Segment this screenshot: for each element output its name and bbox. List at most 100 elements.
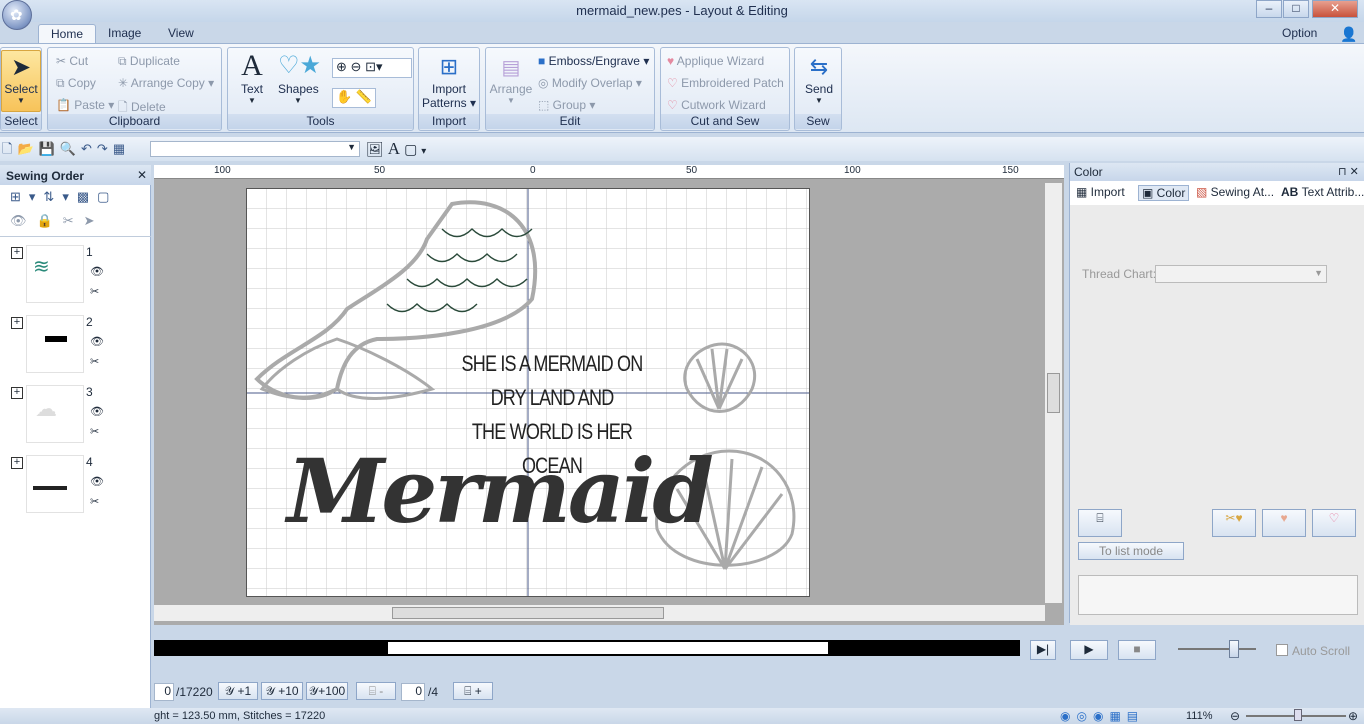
expand-icon[interactable]: + — [11, 457, 23, 469]
eye-icon[interactable]: 👁 — [90, 405, 104, 418]
expand-icon[interactable]: + — [11, 247, 23, 259]
font-combo[interactable]: ▼ — [150, 141, 360, 157]
eye-icon[interactable]: 👁 — [90, 335, 104, 348]
zoom-icon[interactable]: 🔍 — [60, 141, 81, 156]
new-file-icon[interactable]: 🗋 — [2, 141, 17, 156]
auto-scroll-checkbox[interactable] — [1276, 644, 1288, 656]
pan-hand-icon[interactable]: ✋ — [336, 89, 352, 104]
color-merge-icon[interactable]: ▩ — [77, 189, 97, 204]
stitch-view-icon[interactable]: ◎ — [1076, 709, 1092, 723]
grid-view-icon[interactable]: ▦ — [1109, 709, 1126, 723]
tab-home[interactable]: Home — [38, 24, 97, 44]
stitch-count-field[interactable]: 0 — [154, 683, 174, 701]
zoom-in-button[interactable]: ⊕ — [1348, 709, 1358, 723]
zoom-fit-icon[interactable]: ⊡▾ — [365, 59, 382, 74]
help-user-icon[interactable]: 👤 — [1340, 26, 1357, 43]
tab-sewing-attributes[interactable]: ▧ Sewing At... — [1196, 185, 1274, 199]
pointer-icon[interactable]: ➤ — [84, 213, 105, 228]
undo-icon[interactable]: ↶ — [81, 141, 97, 156]
frame-toggle-icon[interactable]: ▢ — [404, 141, 421, 157]
speed-slider-track[interactable] — [1178, 648, 1256, 650]
outline-view-icon[interactable]: ◉ — [1093, 709, 1109, 723]
realistic-view-icon[interactable]: ◉ — [1060, 709, 1076, 723]
minimize-button[interactable]: – — [1256, 0, 1282, 18]
tab-text-attributes[interactable]: AB Text Attrib... — [1281, 185, 1364, 199]
list-mode-button[interactable]: To list mode — [1078, 542, 1184, 560]
panel-pin-close-icons[interactable]: ⊓ ✕ — [1338, 165, 1359, 178]
design-hoop[interactable]: SHE IS A MERMAID ON DRY LAND AND THE WOR… — [246, 188, 810, 597]
arrange-button[interactable]: ▤ Arrange ▼ — [489, 54, 533, 105]
copy-button[interactable]: ⧉ Copy — [56, 76, 96, 91]
redo-icon[interactable]: ↷ — [97, 141, 113, 156]
send-button[interactable]: ⇆ Send ▼ — [797, 52, 841, 105]
play-button[interactable]: ▶ — [1070, 640, 1108, 660]
color-plus-button[interactable]: ⌸ + — [453, 682, 493, 700]
color-minus-button[interactable]: ⌸ - — [356, 682, 396, 700]
sewing-order-item[interactable]: + ≋ 1 👁 ✂ — [8, 245, 148, 309]
applique-tool-button[interactable]: ✂♥ — [1212, 509, 1256, 537]
emboss-engrave-button[interactable]: ■ Emboss/Engrave ▾ — [538, 54, 649, 68]
stitch-plus10-button[interactable]: 𝒴 +10 — [261, 682, 303, 700]
applique-wizard-button[interactable]: ♥ Applique Wizard — [667, 54, 764, 68]
open-folder-icon[interactable]: 📂 — [17, 141, 38, 156]
scissors-icon[interactable]: ✂ — [90, 425, 99, 438]
stitch-plus1-button[interactable]: 𝒴 +1 — [218, 682, 258, 700]
grid-icon[interactable]: ▦ — [113, 141, 130, 156]
maximize-button[interactable]: □ — [1283, 0, 1309, 18]
sewing-order-item[interactable]: + ☁ 3 👁 ✂ — [8, 385, 148, 449]
image-toggle-icon[interactable]: 🖼 — [366, 141, 388, 157]
shapes-tool-button[interactable]: ♡★ Shapes ▼ — [278, 50, 321, 105]
mermaid-script-text[interactable]: Mermaid — [287, 439, 714, 543]
zoom-slider-thumb[interactable] — [1294, 709, 1302, 721]
tab-option[interactable]: Option — [1270, 24, 1329, 44]
scissors-icon[interactable]: ✂ — [90, 355, 99, 368]
expand-icon[interactable]: + — [11, 387, 23, 399]
vertical-scrollbar[interactable] — [1045, 183, 1062, 603]
text-tool-button[interactable]: A Text ▼ — [236, 50, 268, 106]
patch-tool-button[interactable]: ♥ — [1262, 509, 1306, 537]
paste-button[interactable]: 📋 Paste ▾ — [56, 98, 114, 112]
close-button[interactable]: ✕ — [1312, 0, 1358, 18]
eye-icon[interactable]: 👁 — [90, 265, 104, 278]
select-all-icon[interactable]: ⊞▾ — [10, 189, 43, 204]
expand-icon[interactable]: + — [11, 317, 23, 329]
frame-icon[interactable]: ▢ — [97, 189, 117, 204]
embroidered-patch-button[interactable]: ♡ Embroidered Patch — [667, 76, 784, 90]
group-button[interactable]: ⬚ Group ▾ — [538, 98, 595, 112]
tab-image[interactable]: Image — [96, 24, 153, 44]
zoom-in-icon[interactable]: ⊕ — [336, 59, 347, 74]
measure-icon[interactable]: 📏 — [356, 89, 372, 104]
import-patterns-button[interactable]: ⊞ Import Patterns ▾ — [421, 52, 477, 110]
zoom-out-icon[interactable]: ⊖ — [351, 59, 362, 74]
cut-button[interactable]: ✂ Cut — [56, 54, 88, 68]
eye-icon[interactable]: 👁 — [90, 475, 104, 488]
zoom-out-button[interactable]: ⊖ — [1230, 709, 1240, 723]
tab-color-panel[interactable]: ▣ Color — [1138, 185, 1190, 201]
cut-mode-icon[interactable]: ✂ — [63, 213, 84, 228]
visibility-icon[interactable]: 👁 — [10, 213, 37, 228]
sort-icon[interactable]: ⇅▾ — [43, 189, 76, 204]
horizontal-scroll-thumb[interactable] — [392, 607, 664, 619]
scissors-icon[interactable]: ✂ — [90, 495, 99, 508]
step-end-button[interactable]: ▶| — [1030, 640, 1056, 660]
text-toggle-icon[interactable]: A — [388, 139, 404, 158]
tab-view[interactable]: View — [156, 24, 206, 44]
save-icon[interactable]: 💾 — [39, 141, 60, 156]
speed-slider-thumb[interactable] — [1229, 640, 1239, 658]
cutwork-wizard-button[interactable]: ♡ Cutwork Wizard — [667, 98, 766, 112]
color-count-field[interactable]: 0 — [401, 683, 425, 701]
cutwork-tool-button[interactable]: ♡ — [1312, 509, 1356, 537]
page-view-icon[interactable]: ▤ — [1127, 709, 1144, 723]
sewing-order-item[interactable]: + 4 👁 ✂ — [8, 455, 148, 519]
scissors-icon[interactable]: ✂ — [90, 285, 99, 298]
vertical-scroll-thumb[interactable] — [1047, 373, 1060, 413]
sewing-order-item[interactable]: + 2 👁 ✂ — [8, 315, 148, 379]
select-button[interactable]: ➤ Select ▼ — [1, 50, 41, 112]
customize-dropdown-icon[interactable]: ▾ — [421, 146, 430, 157]
modify-overlap-button[interactable]: ◎ Modify Overlap ▾ — [538, 76, 642, 90]
thread-chart-select[interactable]: ▼ — [1155, 265, 1327, 283]
lock-icon[interactable]: 🔒 — [37, 213, 63, 228]
tab-import-panel[interactable]: ▦ Import — [1076, 185, 1125, 199]
stop-button[interactable]: ■ — [1118, 640, 1156, 660]
arrange-copy-button[interactable]: ✳ Arrange Copy ▾ — [118, 76, 214, 90]
